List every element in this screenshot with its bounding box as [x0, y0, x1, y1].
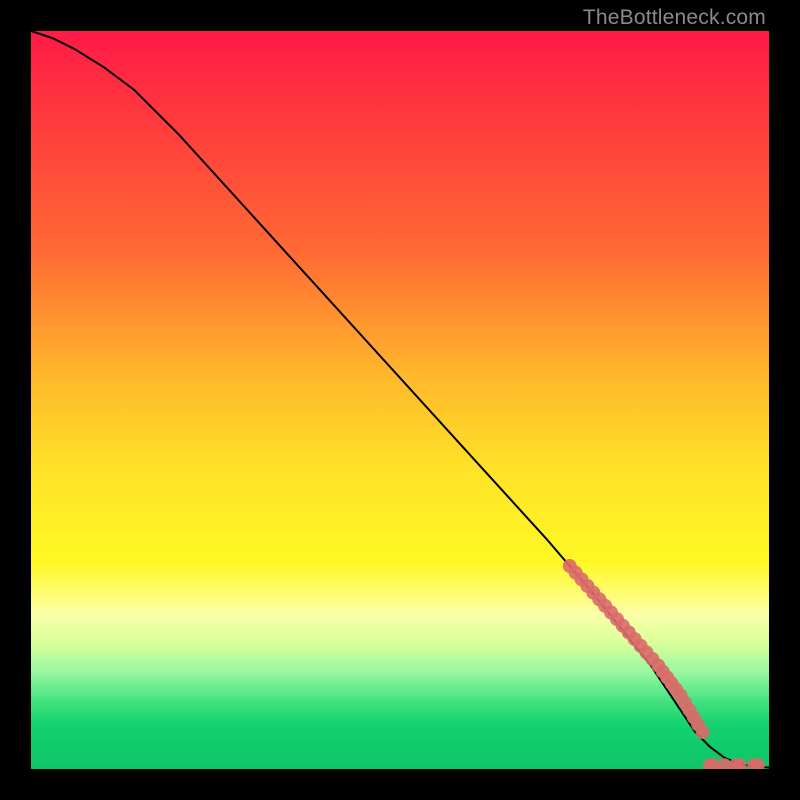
chart-frame — [31, 31, 769, 769]
chart-svg — [31, 31, 769, 769]
attribution-text: TheBottleneck.com — [583, 6, 766, 30]
